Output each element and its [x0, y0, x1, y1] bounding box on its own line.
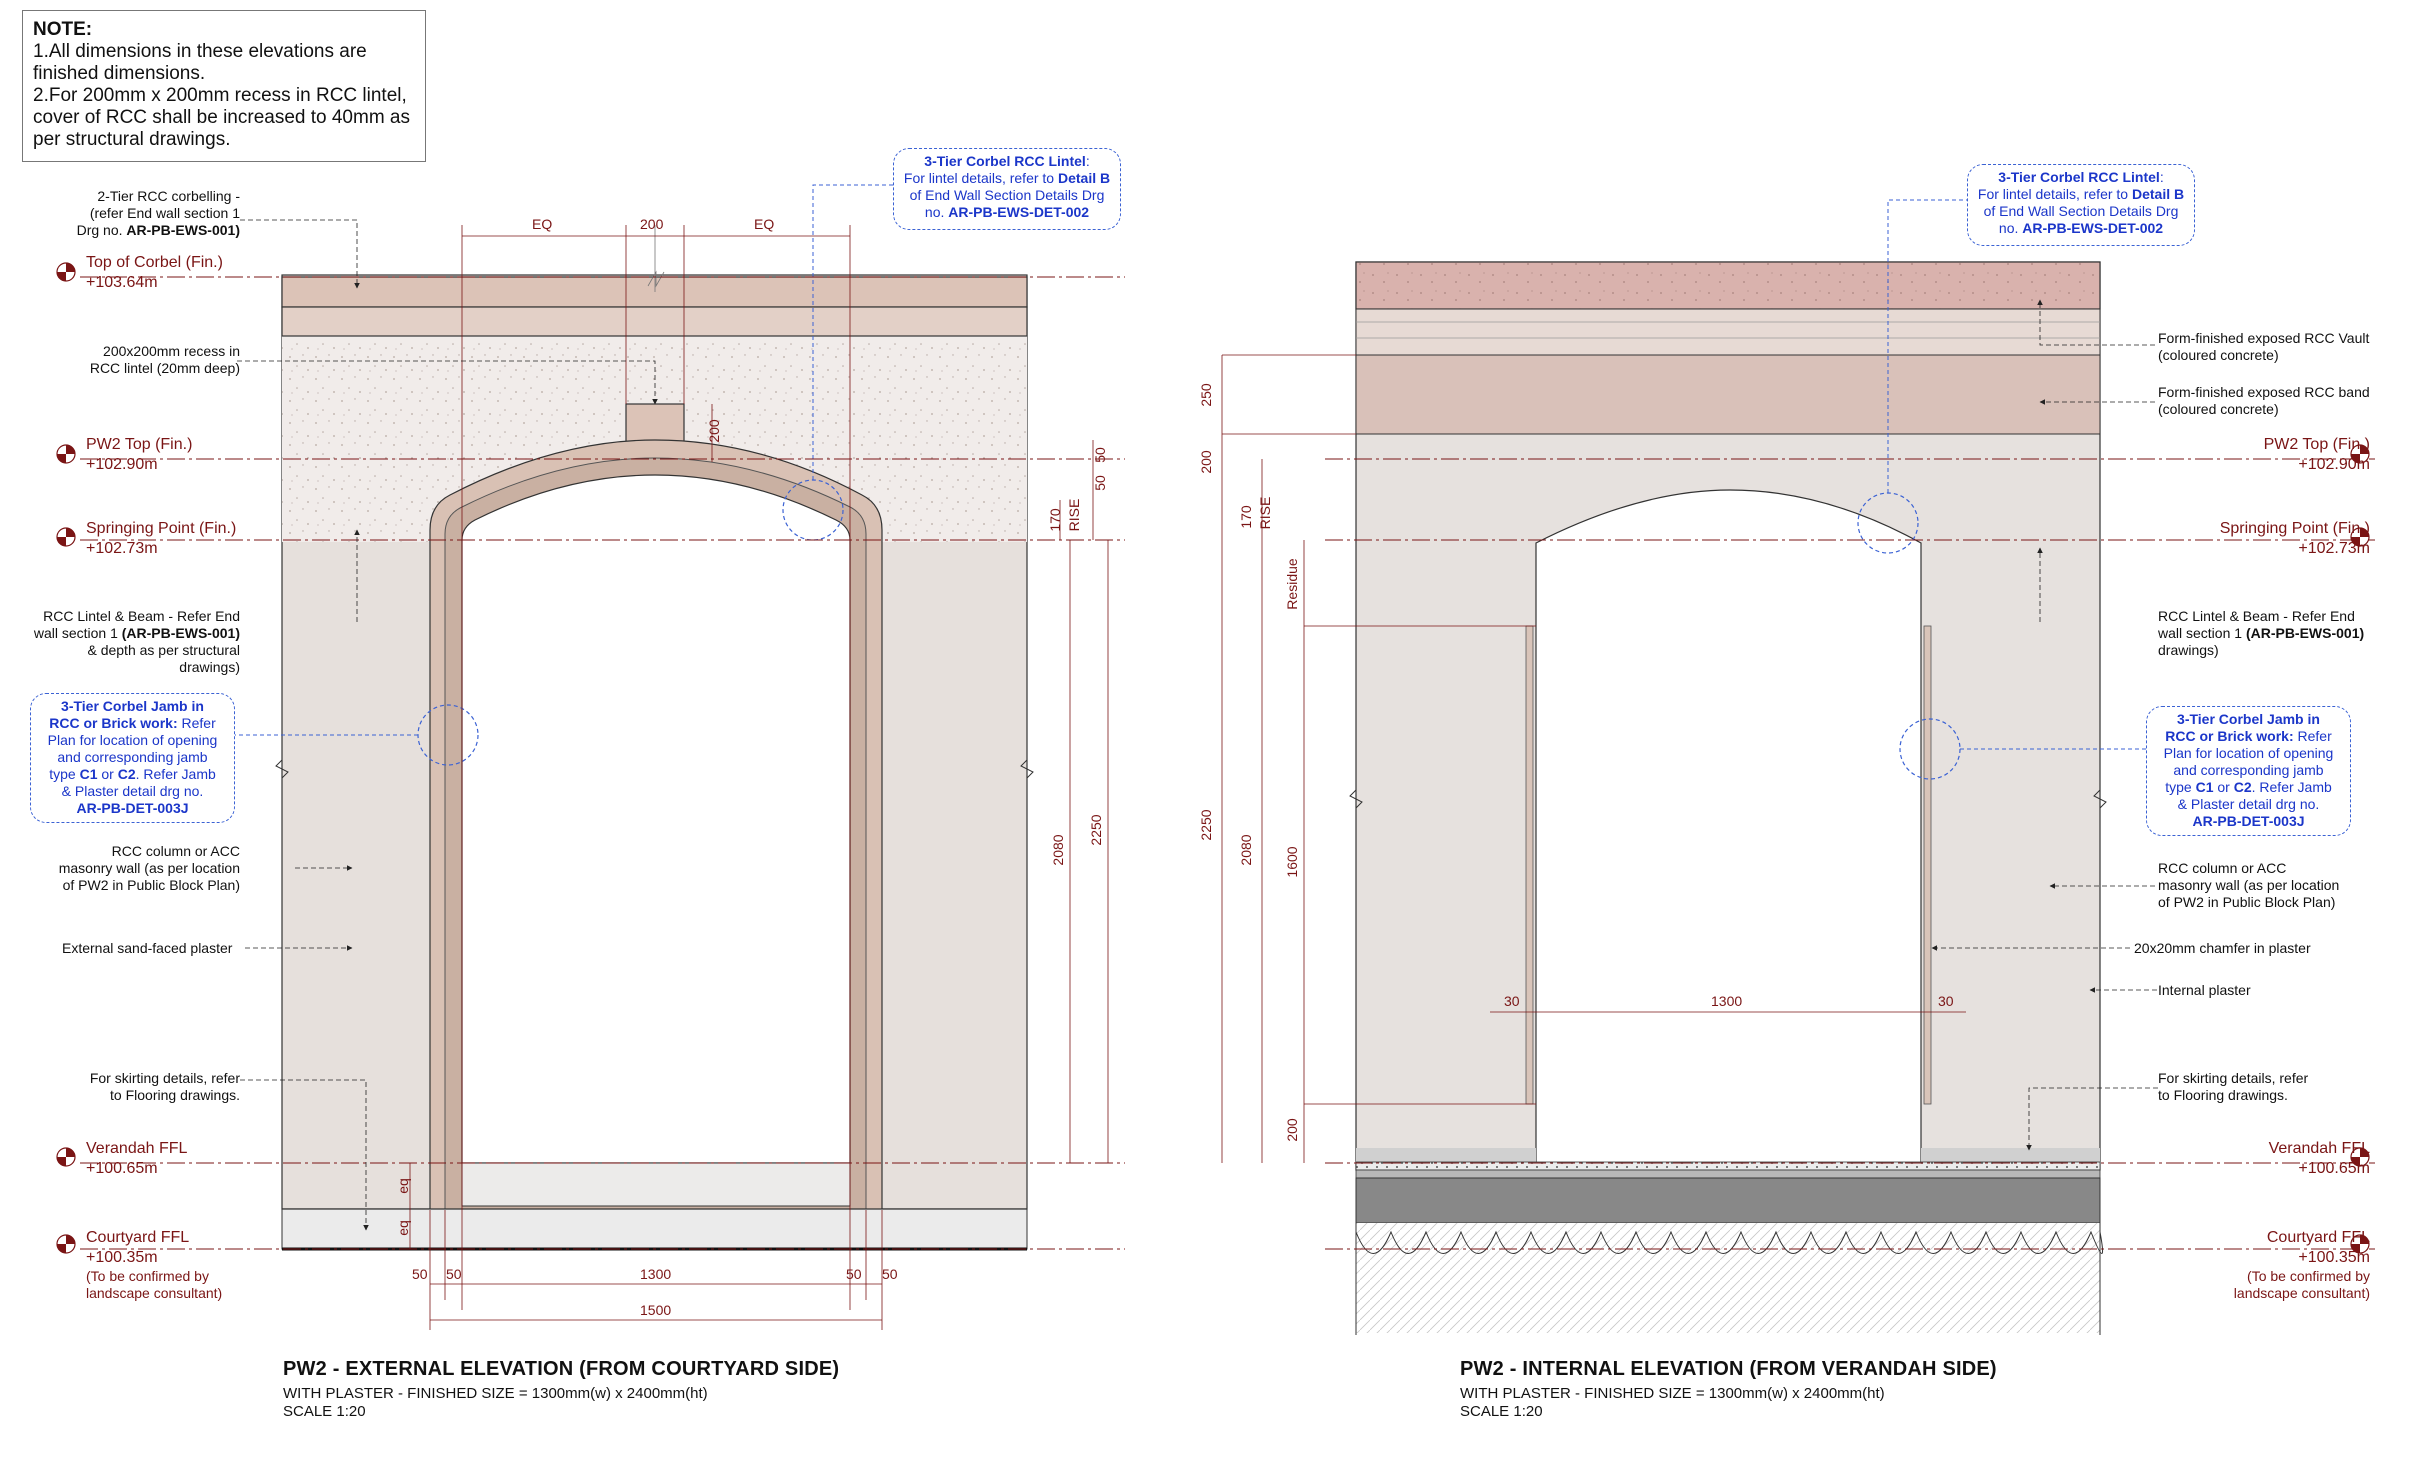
dim-eq-a: eq — [395, 1178, 411, 1194]
column-label-right: RCC column or ACC masonry wall (as per l… — [2158, 860, 2340, 910]
dim-200b-right: 200 — [1284, 1118, 1300, 1142]
dim-b50-d: 50 — [882, 1266, 898, 1282]
dim-b50-a: 50 — [412, 1266, 428, 1282]
dim-30-a: 30 — [1504, 993, 1520, 1009]
dim-1600: 1600 — [1284, 846, 1300, 878]
level-verandah-right: Verandah FFL +100.65m — [2268, 1140, 2370, 1177]
lintel-callout-right: 3-Tier Corbel RCC Lintel: For lintel det… — [1967, 164, 2195, 246]
dim-50-a: 50 — [1092, 447, 1108, 463]
dim-200-right: 200 — [1198, 450, 1214, 474]
dim-b1300: 1300 — [640, 1266, 672, 1282]
dim-b1500: 1500 — [640, 1302, 672, 1318]
dim-b50-b: 50 — [446, 1266, 462, 1282]
dim-30-b: 30 — [1938, 993, 1954, 1009]
dim-recess-200: 200 — [706, 419, 722, 443]
band-label: Form-finished exposed RCC band (coloured… — [2158, 384, 2370, 417]
dim-residue: Residue — [1284, 558, 1300, 610]
level-top-corbel: Top of Corbel (Fin.) +103.64m — [86, 254, 223, 291]
dim-50-b: 50 — [1092, 475, 1108, 491]
note-heading: NOTE: — [33, 19, 93, 40]
dim-rise-right: RISE — [1257, 496, 1273, 530]
dim-170-right: 170 — [1238, 505, 1254, 529]
skirting-label-left: For skirting details, refer to Flooring … — [89, 1070, 240, 1103]
corbelling-label: 2-Tier RCC corbelling - (refer End wall … — [76, 188, 240, 238]
jamb-callout-right: 3-Tier Corbel Jamb in RCC or Brick work:… — [2146, 706, 2351, 836]
dim-rise-left: RISE — [1066, 498, 1082, 532]
note-line-2: 2.For 200mm x 200mm recess in RCC lintel… — [33, 85, 410, 150]
level-springing-right: Springing Point (Fin.) +102.73m — [2219, 520, 2370, 557]
lintel-beam-label-right: RCC Lintel & Beam - Refer End wall secti… — [2158, 608, 2365, 658]
lintel-callout-left: 3-Tier Corbel RCC Lintel: For lintel det… — [893, 148, 1121, 230]
level-courtyard-left: Courtyard FFL +100.35m (To be confirmed … — [86, 1229, 223, 1301]
dim-b50-c: 50 — [846, 1266, 862, 1282]
title-external-elevation: PW2 - EXTERNAL ELEVATION (FROM COURTYARD… — [283, 1358, 840, 1380]
dim-2250-right: 2250 — [1198, 809, 1214, 841]
level-pw2-top-right: PW2 Top (Fin.) +102.90m — [2263, 436, 2370, 473]
subtitle-internal-elevation: WITH PLASTER - FINISHED SIZE = 1300mm(w)… — [1460, 1385, 1885, 1420]
dim-1300-right: 1300 — [1711, 993, 1743, 1009]
dim-eq-b: eq — [395, 1220, 411, 1236]
level-pw2-top-left: PW2 Top (Fin.) +102.90m — [86, 436, 193, 473]
dim-2080-right: 2080 — [1238, 834, 1254, 866]
internal-plaster-label: Internal plaster — [2158, 982, 2251, 998]
lintel-beam-label: RCC Lintel & Beam - Refer End wall secti… — [33, 608, 240, 675]
dim-eq-1: EQ — [532, 216, 553, 232]
skirting-label-right: For skirting details, refer to Flooring … — [2158, 1070, 2309, 1103]
dim-200-top: 200 — [640, 216, 664, 232]
vault-label: Form-finished exposed RCC Vault (coloure… — [2158, 330, 2370, 363]
dim-250-right: 250 — [1198, 383, 1214, 407]
title-internal-elevation: PW2 - INTERNAL ELEVATION (FROM VERANDAH … — [1460, 1358, 1997, 1380]
dim-170-left: 170 — [1047, 508, 1063, 532]
level-courtyard-right: Courtyard FFL +100.35m (To be confirmed … — [2233, 1229, 2370, 1301]
dim-2080-left: 2080 — [1050, 834, 1066, 866]
subtitle-external-elevation: WITH PLASTER - FINISHED SIZE = 1300mm(w)… — [283, 1385, 708, 1420]
level-verandah-left: Verandah FFL +100.65m — [86, 1140, 188, 1177]
recess-label: 200x200mm recess in RCC lintel (20mm dee… — [89, 343, 240, 376]
external-plaster-label: External sand-faced plaster — [62, 940, 233, 956]
chamfer-label: 20x20mm chamfer in plaster — [2134, 940, 2311, 956]
level-springing-left: Springing Point (Fin.) +102.73m — [86, 520, 237, 557]
note-line-1: 1.All dimensions in these elevations are… — [33, 41, 367, 84]
dim-2250-left: 2250 — [1088, 814, 1104, 846]
dim-eq-2: EQ — [754, 216, 775, 232]
note-box: NOTE: 1.All dimensions in these elevatio… — [22, 10, 426, 162]
column-label-left: RCC column or ACC masonry wall (as per l… — [58, 843, 240, 893]
jamb-callout-left: 3-Tier Corbel Jamb in RCC or Brick work:… — [30, 693, 235, 823]
